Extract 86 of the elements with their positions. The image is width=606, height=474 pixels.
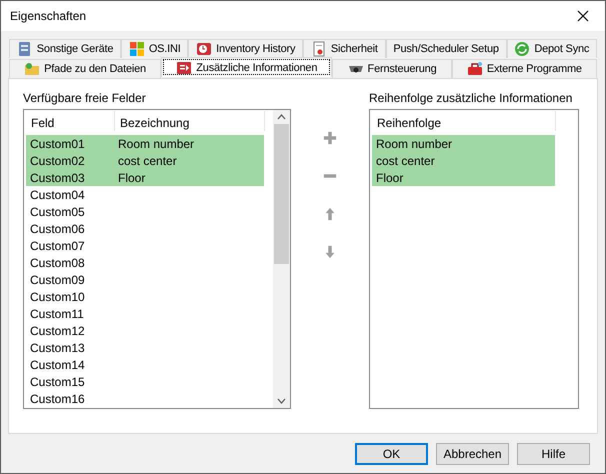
list-cell-text: Custom10: [29, 290, 86, 304]
toolbox-icon: [466, 61, 483, 77]
tab[interactable]: Zusätzliche Informationen: [161, 57, 332, 77]
list-cell-text: Custom07: [29, 238, 86, 252]
list-row[interactable]: Custom01 Room number: [26, 135, 264, 152]
certificate-icon: [310, 41, 327, 57]
list-row[interactable]: Custom07: [26, 237, 114, 254]
scrollbar[interactable]: [273, 110, 290, 408]
list-cell-text: Floor: [375, 170, 404, 184]
list-cell-text: Custom03: [29, 170, 86, 184]
server-icon: [16, 41, 33, 57]
tab-label: Depot Sync: [534, 43, 590, 55]
tab[interactable]: Push/Scheduler Setup: [386, 39, 507, 58]
close-icon: [577, 10, 589, 22]
tab[interactable]: Inventory History: [188, 39, 304, 58]
clock-icon: [196, 41, 212, 57]
dialog-button[interactable]: Hilfe: [517, 443, 590, 465]
list-row[interactable]: Custom09: [26, 271, 114, 288]
plus-icon: [323, 131, 337, 145]
list-cell-text: Custom16: [29, 392, 86, 406]
list-cell-text: Custom13: [29, 340, 86, 354]
window-title: Eigenschaften: [10, 9, 86, 23]
list-row[interactable]: Custom03 Floor: [26, 169, 264, 186]
tab-label: Zusätzliche Informationen: [196, 62, 318, 74]
list-row[interactable]: Custom10: [26, 288, 114, 305]
list-row[interactable]: Custom15: [26, 373, 114, 390]
list-row[interactable]: cost center: [372, 152, 555, 169]
tab-label: Push/Scheduler Setup: [393, 43, 499, 55]
list-row[interactable]: Custom08: [26, 254, 114, 271]
tab-label: Pfade zu den Dateien: [44, 63, 146, 75]
list-row[interactable]: Custom12: [26, 322, 114, 339]
tab-label: Inventory History: [216, 43, 296, 55]
list-cell-text: Custom12: [29, 324, 86, 338]
list-view[interactable]: Reihenfolge Room number cost center Floor: [369, 109, 579, 409]
windows-logo-icon: [128, 41, 145, 57]
list-cell-text: Floor: [117, 170, 146, 184]
list-row[interactable]: Room number: [372, 135, 555, 152]
list-cell-text: Custom14: [29, 358, 86, 372]
list-row[interactable]: Custom11: [26, 305, 114, 322]
tab[interactable]: OS.INI: [121, 39, 188, 58]
list-cell-text: Custom05: [29, 204, 86, 218]
column-header[interactable]: Feld: [26, 111, 115, 131]
tab[interactable]: Pfade zu den Dateien: [9, 59, 162, 78]
list-cell-text: Custom06: [29, 222, 86, 236]
tab[interactable]: Sonstige Geräte: [9, 39, 122, 58]
sync-icon: [514, 41, 530, 57]
list-label: Reihenfolge zusätzliche Informationen: [369, 91, 574, 105]
list-cell-text: Custom11: [29, 306, 85, 320]
tab[interactable]: Sicherheit: [303, 39, 386, 58]
tab-label: OS.INI: [148, 43, 181, 55]
list-cell-text: Custom04: [29, 188, 86, 202]
list-cell-text: Custom02: [29, 154, 86, 168]
tab[interactable]: Depot Sync: [506, 39, 597, 58]
list-row[interactable]: Custom16: [26, 390, 114, 407]
tab[interactable]: Fernsteuerung: [332, 59, 452, 78]
list-row[interactable]: Custom05: [26, 203, 114, 220]
list-cell-text: cost center: [375, 154, 436, 168]
list-cell-text: Room number: [375, 136, 454, 150]
folder-icon: [24, 61, 40, 77]
column-header[interactable]: Bezeichnung: [115, 111, 265, 131]
column-header[interactable]: Reihenfolge: [372, 111, 556, 131]
tab-label: Sicherheit: [330, 43, 378, 55]
tab-label: Sonstige Geräte: [36, 43, 114, 55]
dialog-button[interactable]: OK: [355, 443, 428, 465]
list-cell-text: Custom09: [29, 272, 86, 286]
list-row[interactable]: Custom13: [26, 339, 114, 356]
list-cell-text: cost center: [117, 154, 178, 168]
tab-label: Fernsteuerung: [368, 63, 436, 75]
down-arrow-icon: [323, 245, 337, 259]
list-cell-text: Room number: [117, 136, 196, 150]
list-row[interactable]: Custom14: [26, 356, 114, 373]
list-row[interactable]: Custom06: [26, 220, 114, 237]
tab[interactable]: Externe Programme: [452, 59, 597, 78]
dialog-button[interactable]: Abbrechen: [436, 443, 509, 465]
list-cell-text: Custom15: [29, 374, 86, 388]
list-row[interactable]: Floor: [372, 169, 555, 186]
list-label: Verfügbare freie Felder: [23, 91, 147, 105]
list-row[interactable]: Custom02 cost center: [26, 152, 264, 169]
list-row[interactable]: Custom04: [26, 186, 114, 203]
list-cell-text: Custom08: [29, 256, 86, 270]
document-icon: [176, 60, 192, 76]
list-view[interactable]: Feld Bezeichnung Custom01 Room number Custom02 cost center Custom03 Floor Custom04 Custom05 Custom06 Custom07 Custom08 Custom09 Custom10 Custom11 Custom12 Custom13 Custom14 Custom15 Custom16: [23, 109, 291, 409]
scroll-thumb[interactable]: [274, 124, 289, 264]
list-cell-text: Custom01: [29, 136, 86, 150]
up-arrow-icon: [323, 207, 337, 221]
tab-label: Externe Programme: [486, 63, 582, 75]
